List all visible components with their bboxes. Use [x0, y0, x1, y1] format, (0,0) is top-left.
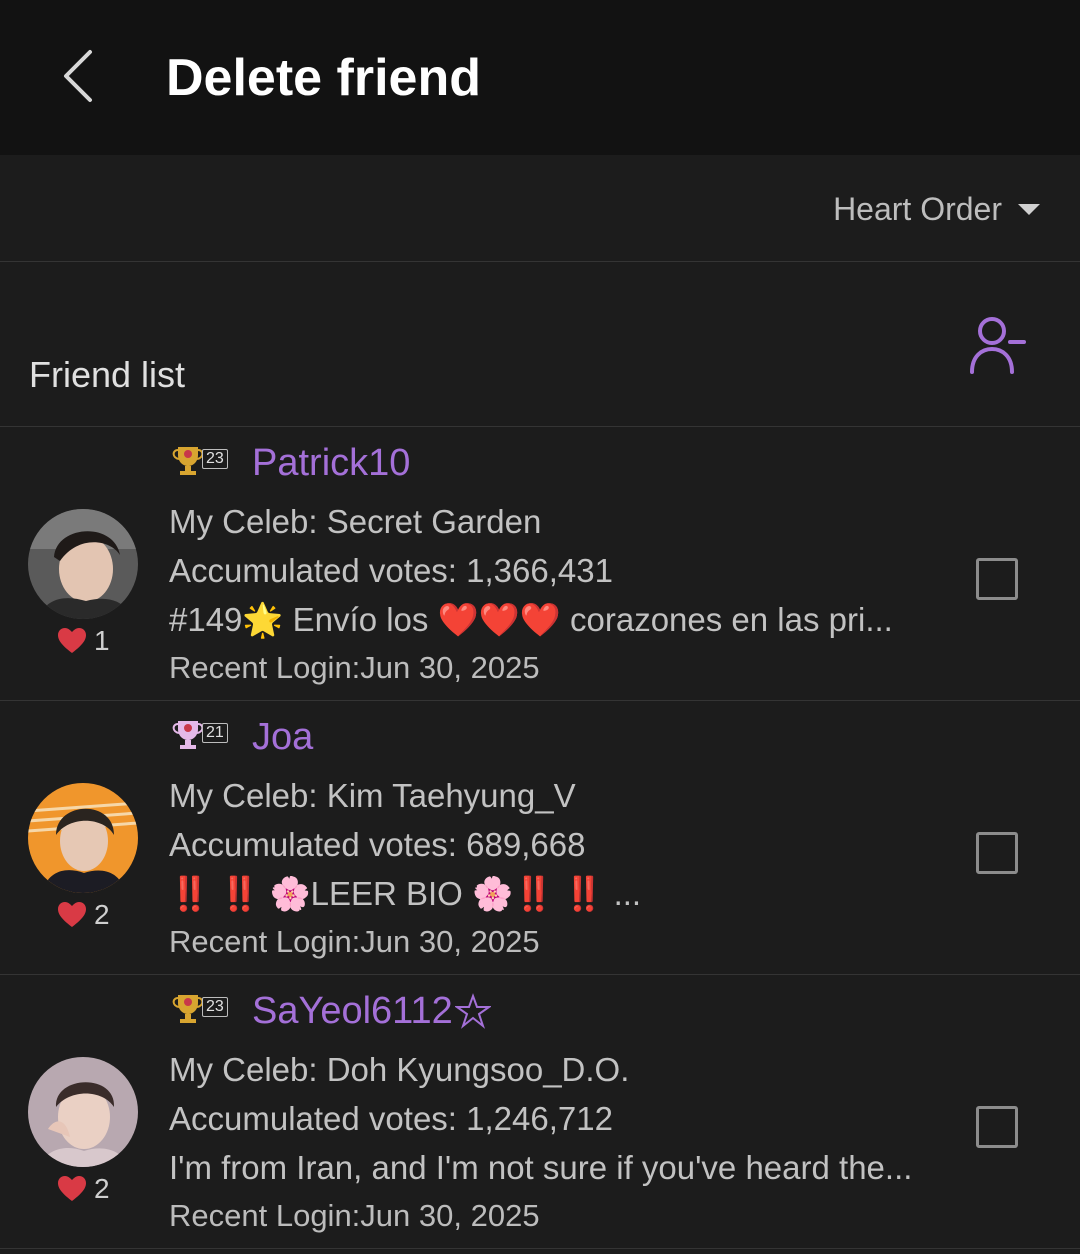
friend-list-header: Friend list — [0, 262, 1080, 427]
select-checkbox[interactable] — [976, 1106, 1018, 1148]
caret-down-icon — [1018, 203, 1040, 215]
level-badge: 21 — [170, 715, 228, 751]
friend-bio: #149🌟 Envío los ❤️❤️❤️ corazones en las … — [169, 601, 893, 638]
back-arrow-icon[interactable] — [58, 48, 98, 104]
sort-dropdown-label: Heart Order — [833, 191, 1002, 227]
top-app-bar: Delete friend — [0, 0, 1080, 155]
heart-icon — [58, 1176, 86, 1201]
friend-row[interactable]: 2 23 SaYeol6112 My Celeb: Doh Kyungsoo_D… — [0, 975, 1080, 1249]
my-celeb: My Celeb: Secret Garden — [169, 503, 542, 540]
select-checkbox[interactable] — [976, 832, 1018, 874]
sort-bar: Heart Order — [0, 155, 1080, 262]
heart-icon — [58, 902, 86, 927]
recent-login: Recent Login:Jun 30, 2025 — [169, 1198, 540, 1233]
friend-list: 1 23 Patrick10 My Celeb: Secret Garden A… — [0, 427, 1080, 1249]
avatar[interactable] — [28, 783, 138, 893]
friend-bio: I'm from Iran, and I'm not sure if you'v… — [169, 1149, 913, 1186]
level-badge: 23 — [170, 989, 228, 1025]
heart-count-value: 2 — [94, 899, 110, 930]
heart-count: 2 — [58, 899, 110, 931]
star-outline-icon — [454, 993, 491, 1029]
accumulated-votes: Accumulated votes: 689,668 — [169, 826, 586, 863]
page-title: Delete friend — [166, 49, 481, 107]
trophy-icon — [172, 995, 204, 1023]
friend-row[interactable]: 1 23 Patrick10 My Celeb: Secret Garden A… — [0, 427, 1080, 701]
my-celeb: My Celeb: Kim Taehyung_V — [169, 777, 576, 814]
sort-dropdown[interactable]: Heart Order — [833, 190, 1040, 228]
friend-bio: ‼️ ‼️ 🌸LEER BIO 🌸‼️ ‼️ ... — [169, 875, 642, 912]
my-celeb: My Celeb: Doh Kyungsoo_D.O. — [169, 1051, 630, 1088]
level-number: 23 — [202, 997, 228, 1017]
friend-row[interactable]: 2 21 Joa My Celeb: Kim Taehyung_V Accumu… — [0, 701, 1080, 975]
avatar[interactable] — [28, 1057, 138, 1167]
heart-count-value: 2 — [94, 1173, 110, 1204]
recent-login: Recent Login:Jun 30, 2025 — [169, 650, 540, 685]
heart-count: 1 — [58, 625, 110, 657]
select-checkbox[interactable] — [976, 558, 1018, 600]
heart-count: 2 — [58, 1173, 110, 1205]
friend-username[interactable]: Joa — [252, 715, 313, 759]
friend-username[interactable]: SaYeol6112 — [252, 989, 491, 1033]
avatar[interactable] — [28, 509, 138, 619]
remove-friend-icon[interactable] — [962, 312, 1032, 382]
friend-list-title: Friend list — [29, 354, 186, 395]
recent-login: Recent Login:Jun 30, 2025 — [169, 924, 540, 959]
trophy-icon — [172, 721, 204, 749]
level-number: 21 — [202, 723, 228, 743]
friend-username[interactable]: Patrick10 — [252, 441, 410, 485]
accumulated-votes: Accumulated votes: 1,366,431 — [169, 552, 613, 589]
heart-icon — [58, 628, 86, 653]
trophy-icon — [172, 447, 204, 475]
level-badge: 23 — [170, 441, 228, 477]
accumulated-votes: Accumulated votes: 1,246,712 — [169, 1100, 613, 1137]
heart-count-value: 1 — [94, 625, 110, 656]
level-number: 23 — [202, 449, 228, 469]
